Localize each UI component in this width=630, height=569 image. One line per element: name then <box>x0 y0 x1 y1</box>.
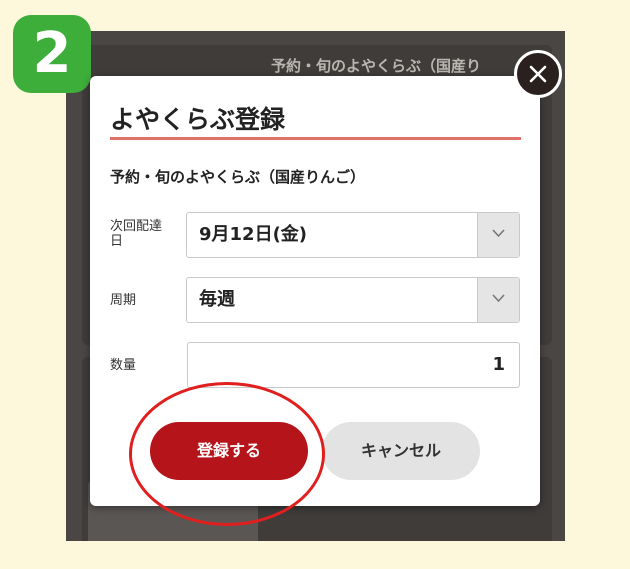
cycle-label: 周期 <box>110 293 137 308</box>
close-icon <box>529 65 547 83</box>
highlight-ring <box>129 382 325 526</box>
title-underline <box>110 137 521 140</box>
quantity-input[interactable]: 1 <box>187 342 520 388</box>
next-delivery-value: 9月12日(金) <box>199 224 308 245</box>
background-item-title: 予約・旬のよやくらぶ（国産り <box>271 57 482 75</box>
chevron-down-icon[interactable] <box>477 213 519 257</box>
modal-title: よやくらぶ登録 <box>110 105 286 134</box>
quantity-value: 1 <box>492 354 505 375</box>
cycle-select[interactable]: 毎週 <box>186 277 520 323</box>
cycle-value: 毎週 <box>199 289 235 310</box>
cancel-button[interactable]: キャンセル <box>322 422 480 480</box>
next-delivery-select[interactable]: 9月12日(金) <box>186 212 520 258</box>
quantity-label: 数量 <box>110 358 137 373</box>
product-name: 予約・旬のよやくらぶ（国産りんご） <box>110 168 366 186</box>
close-button[interactable] <box>514 50 562 98</box>
next-delivery-label: 次回配達日 <box>110 219 163 249</box>
chevron-down-icon[interactable] <box>477 278 519 322</box>
step-badge: 2 <box>13 15 91 93</box>
